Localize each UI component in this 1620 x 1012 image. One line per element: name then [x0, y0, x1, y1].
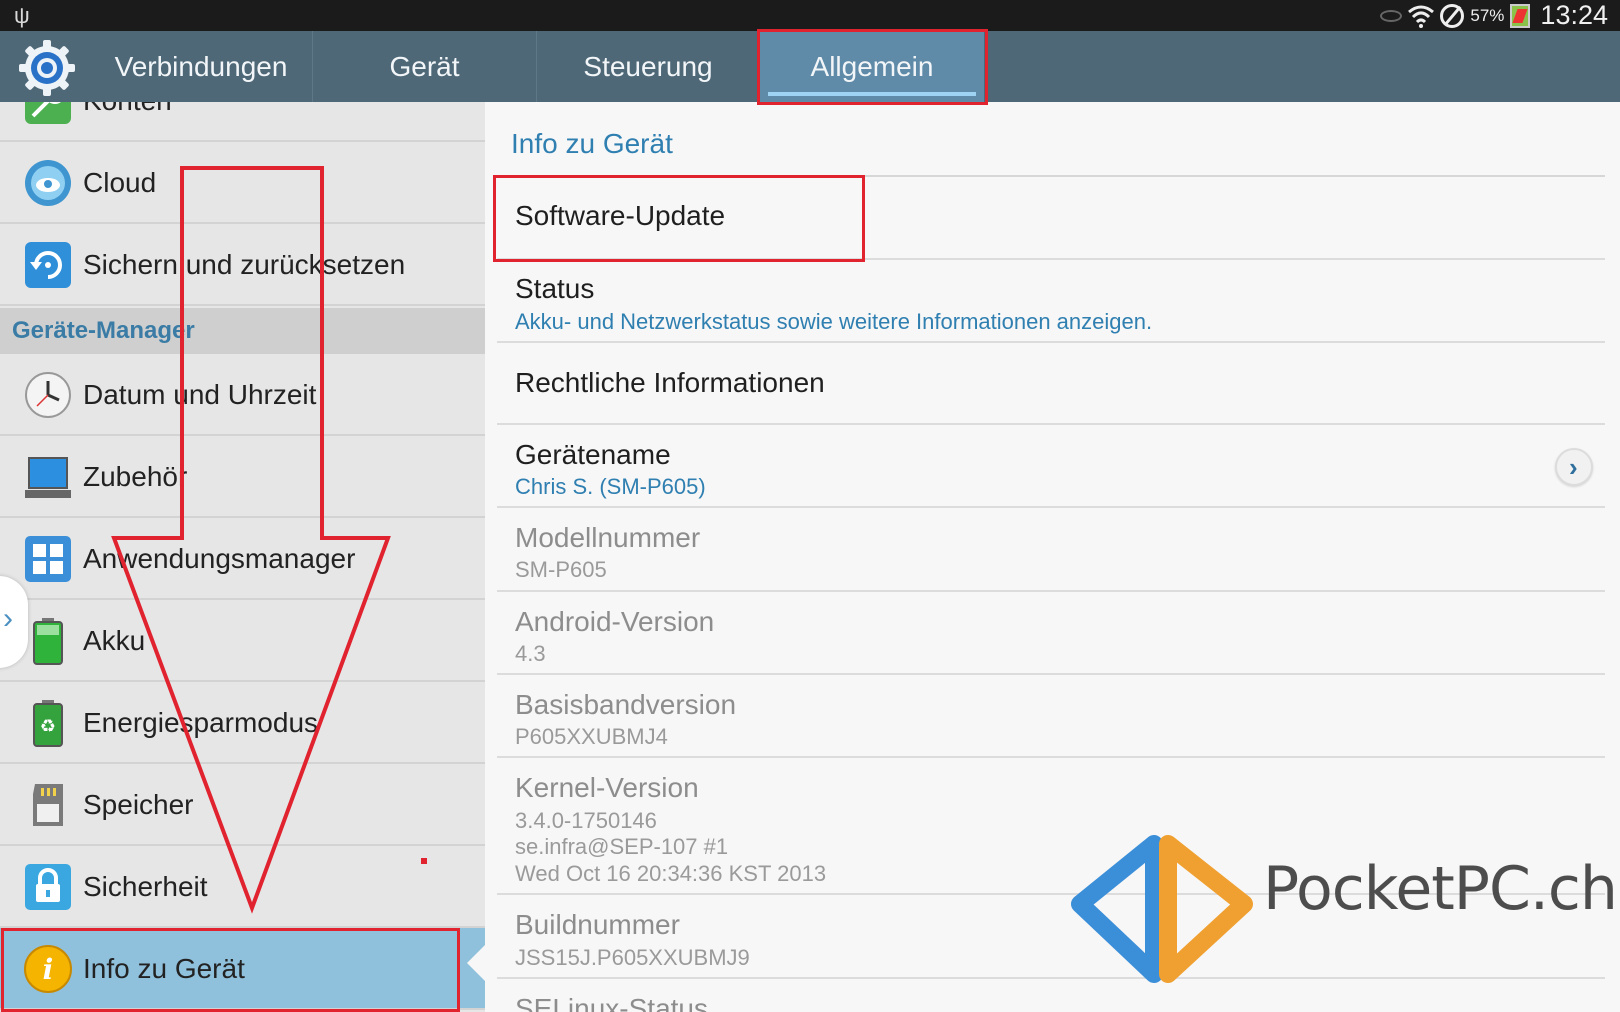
smart-stay-icon	[1380, 9, 1403, 22]
sidebar-item-label: Anwendungsmanager	[83, 543, 356, 574]
sidebar-item-anwendungsmanager[interactable]: Anwendungsmanager	[0, 518, 485, 600]
clock-icon	[25, 372, 71, 418]
tab-steuerung[interactable]: Steuerung	[537, 31, 759, 102]
row-title: Rechtliche Informationen	[515, 367, 825, 398]
settings-gear-icon	[19, 40, 75, 96]
sidebar-item-cloud[interactable]: Cloud	[0, 142, 485, 224]
watermark-text: PocketPC.ch	[1263, 854, 1618, 924]
row-subtitle: SM-P605	[515, 557, 607, 582]
row-subtitle: 4.3	[515, 641, 546, 666]
svg-text:♻: ♻	[40, 716, 56, 737]
recycle-icon: ♻	[33, 700, 63, 747]
row-android-version: Android-Version 4.3	[497, 592, 1605, 675]
row-basisbandversion: Basisbandversion P605XXUBMJ4	[497, 675, 1605, 758]
row-geraetename[interactable]: Gerätename Chris S. (SM-P605) ›	[497, 425, 1605, 508]
clock-time: 13:24	[1540, 0, 1608, 30]
row-rechtliche-informationen[interactable]: Rechtliche Informationen	[497, 343, 1605, 425]
highlight-tab-allgemein	[757, 29, 988, 105]
row-title: Kernel-Version	[515, 772, 699, 803]
battery-percent: 57%	[1470, 5, 1505, 25]
pocketpc-logo-icon	[1071, 835, 1253, 983]
sidebar-item-konten[interactable]: Konten	[0, 102, 485, 142]
chevron-right-button[interactable]: ›	[1555, 448, 1593, 486]
sidebar-item-akku[interactable]: Akku	[0, 600, 485, 682]
battery-charging-icon	[1510, 3, 1531, 28]
accessory-icon	[25, 457, 71, 498]
sidebar-item-energiesparmodus[interactable]: ♻ Energiesparmodus	[0, 682, 485, 764]
row-title: Status	[515, 273, 595, 304]
sidebar-item-label: Datum und Uhrzeit	[83, 379, 317, 410]
row-title: Buildnummer	[515, 909, 680, 940]
tab-verbindungen[interactable]: Verbindungen	[90, 31, 312, 102]
annotation-dot	[421, 858, 427, 864]
chevron-right-icon: ›	[3, 602, 13, 635]
row-title: Android-Version	[515, 606, 715, 637]
sidebar-item-label: Konten	[83, 102, 172, 142]
wifi-icon	[1408, 5, 1435, 28]
row-subtitle-line: Wed Oct 16 20:34:36 KST 2013	[515, 861, 827, 886]
sidebar-item-label: Cloud	[83, 167, 157, 198]
sidebar-item-sichern[interactable]: Sichern und zurücksetzen	[0, 224, 485, 306]
sd-card-icon	[33, 784, 63, 826]
settings-sidebar: Konten Cloud Sichern und zurücksetzen Ge…	[0, 102, 485, 1012]
row-status[interactable]: Status Akku- und Netzwerkstatus sowie we…	[497, 260, 1605, 343]
section-header-geraete-manager: Geräte-Manager	[0, 308, 485, 354]
chevron-right-icon: ›	[1569, 452, 1578, 482]
page-title: Info zu Gerät	[511, 128, 673, 159]
highlight-software-update	[493, 175, 865, 262]
status-bar: ψ 57% 13:24	[0, 0, 1620, 31]
lock-icon	[25, 864, 71, 910]
row-subtitle-line: se.infra@SEP-107 #1	[515, 834, 729, 859]
sidebar-item-label: Speicher	[83, 789, 194, 820]
no-sync-icon	[1440, 3, 1465, 28]
row-title: Modellnummer	[515, 522, 701, 553]
sidebar-item-sicherheit[interactable]: Sicherheit	[0, 846, 485, 928]
sidebar-item-speicher[interactable]: Speicher	[0, 764, 485, 846]
row-subtitle: Akku- und Netzwerkstatus sowie weitere I…	[515, 309, 1153, 334]
sidebar-item-datum[interactable]: Datum und Uhrzeit	[0, 354, 485, 436]
row-subtitle: JSS15J.P605XXUBMJ9	[515, 945, 750, 970]
row-title: Gerätename	[515, 439, 671, 470]
sidebar-item-label: Akku	[83, 625, 146, 656]
usb-icon: ψ	[14, 3, 30, 28]
highlight-info-zu-geraet	[1, 928, 460, 1012]
selection-pointer	[467, 943, 487, 983]
status-icons: 57% 13:24	[1380, 0, 1608, 31]
row-subtitle: P605XXUBMJ4	[515, 724, 668, 749]
backup-icon	[25, 242, 71, 288]
cloud-icon	[25, 160, 71, 206]
sidebar-item-label: Energiesparmodus	[83, 707, 319, 738]
sidebar-item-zubehoer[interactable]: Zubehör	[0, 436, 485, 518]
row-subtitle-line: 3.4.0-1750146	[515, 808, 657, 833]
row-title: SELinux-Status	[515, 993, 708, 1012]
row-title: Basisbandversion	[515, 689, 737, 720]
key-icon	[25, 102, 71, 124]
pocketpc-watermark: PocketPC.ch	[1068, 826, 1618, 986]
section-header-label: Geräte-Manager	[12, 317, 195, 344]
apps-grid-icon	[25, 536, 71, 582]
sidebar-item-label: Sichern und zurücksetzen	[83, 249, 406, 280]
row-modellnummer: Modellnummer SM-P605	[497, 508, 1605, 592]
battery-icon	[33, 618, 63, 665]
sidebar-item-label: Sicherheit	[83, 871, 208, 902]
tab-geraet[interactable]: Gerät	[313, 31, 536, 102]
sidebar-item-label: Zubehör	[83, 461, 188, 492]
row-subtitle: Chris S. (SM-P605)	[515, 474, 706, 499]
